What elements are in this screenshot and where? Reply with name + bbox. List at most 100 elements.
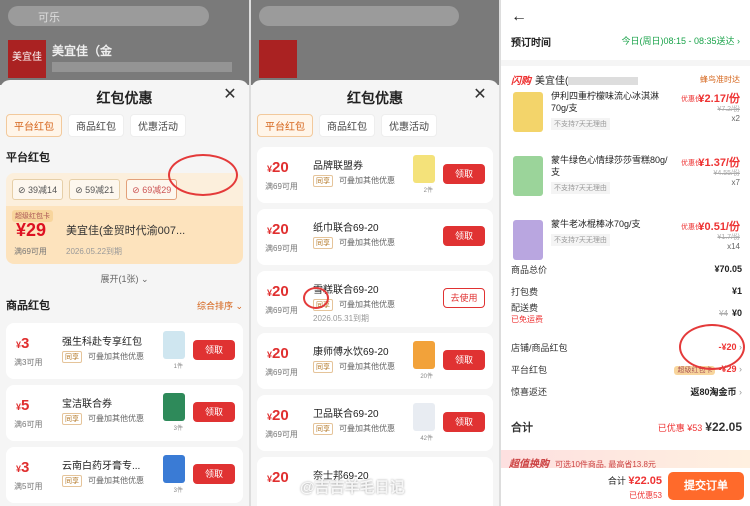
order-confirm-panel: ← 预订时间 今日(周日)08:15 - 08:35送达 › 闪购 美宜佳( 蜂鸟…: [501, 0, 750, 506]
coupon-condition: 满69可用: [14, 247, 47, 256]
coupon-amount: ¥20: [267, 407, 289, 424]
product-image: [513, 220, 543, 260]
tab-promo[interactable]: 优惠活动: [130, 114, 186, 137]
goods-coupon: ¥3 满3可用 强生科赴专享红包 同享 可叠加其他优惠 1件 领取: [6, 323, 243, 379]
order-item[interactable]: 伊利四重柠檬味流心冰淇淋70g/支 不支持7天无理由 优惠价 ¥2.17/份 ¥7.2/…: [509, 88, 742, 146]
share-tag: 同享: [62, 475, 82, 487]
free-shipping-note: 已免运费: [511, 315, 543, 324]
coupon-name: 品牌联盟券: [313, 161, 363, 172]
chip-59-21[interactable]: ⊘ 59减21: [69, 179, 121, 200]
platform-coupon: ¥20 满69可用 纸巾联合69-20 同享 可叠加其他优惠 领取: [257, 209, 493, 265]
coupon-condition: 满69可用: [265, 430, 298, 439]
claim-button[interactable]: 领取: [443, 350, 485, 370]
coupon-condition: 满69可用: [265, 368, 298, 377]
submit-order-button[interactable]: 提交订单: [668, 472, 744, 500]
claim-button[interactable]: 领取: [443, 164, 485, 184]
coupon-amount: ¥20: [267, 345, 289, 362]
order-item[interactable]: 蒙牛绿色心情绿莎莎雪糕80g/支 不支持7天无理由 优惠价 ¥1.37/份 ¥4.55/…: [509, 152, 742, 210]
coupon-amount: ¥3: [16, 335, 30, 352]
chevron-down-icon: ⌄: [140, 274, 149, 284]
share-tag: 同享: [313, 175, 333, 187]
total-saved: 已优惠 ¥53: [657, 423, 703, 433]
store-logo: 美宜佳: [8, 40, 46, 78]
platform-coupon: ¥20 满69可用 品牌联盟券 同享 可叠加其他优惠 2件 领取: [257, 147, 493, 203]
coupon-note: 可叠加其他优惠: [88, 352, 144, 361]
bottom-total: 合计 ¥22.05: [608, 474, 662, 487]
share-tag: 同享: [62, 413, 82, 425]
coupon-amount: ¥20: [267, 159, 289, 176]
sort-dropdown[interactable]: 综合排序 ⌄: [197, 299, 243, 312]
coupon-condition: 满69可用: [265, 306, 298, 315]
coupon-name: 卫品联合69-20: [313, 409, 379, 420]
coupon-list: ¥20 满69可用 品牌联盟券 同享 可叠加其他优惠 2件 领取 ¥20 满69可用 纸巾联合69…: [251, 147, 499, 506]
coupon-amount: ¥5: [16, 397, 30, 414]
claim-button[interactable]: 领取: [193, 402, 235, 422]
row-label: 打包费: [511, 285, 538, 298]
store-name: 美宜佳（金: [52, 44, 113, 58]
expand-label: 展开(1张): [100, 274, 139, 284]
row-key: 惊喜返还: [511, 386, 548, 397]
chevron-right-icon: ›: [739, 386, 742, 397]
blurred-info: [52, 62, 232, 72]
share-tag: 同享: [313, 361, 333, 373]
highlight-circle: [679, 324, 745, 370]
quantity: x2: [731, 114, 740, 123]
coupon-note: 可叠加其他优惠: [339, 362, 395, 371]
product-name: 蒙牛绿色心情绿莎莎雪糕80g/支: [551, 155, 668, 177]
tab-goods[interactable]: 商品红包: [68, 114, 124, 137]
tab-goods[interactable]: 商品红包: [319, 114, 375, 137]
amount-value: 3: [21, 335, 30, 352]
amount-value: 20: [272, 159, 289, 176]
tab-promo[interactable]: 优惠活动: [381, 114, 437, 137]
claim-button[interactable]: 领取: [443, 412, 485, 432]
search-bar[interactable]: [259, 6, 459, 26]
claim-button[interactable]: 领取: [443, 226, 485, 246]
price-row: 打包费 ¥1: [511, 282, 742, 300]
amount-value: 20: [272, 221, 289, 238]
coupon-tabs: 平台红包 商品红包 优惠活动: [251, 110, 499, 141]
expand-toggle[interactable]: 展开(1张) ⌄: [0, 264, 249, 293]
amount-value: 20: [272, 345, 289, 362]
row-value-wrap: ¥70.05: [714, 264, 742, 274]
price-row[interactable]: 惊喜返还 返80淘金币 ›: [511, 382, 742, 400]
row-label: 惊喜返还: [511, 385, 547, 398]
total-value-wrap: 已优惠 ¥53 ¥22.05: [658, 420, 742, 434]
coupon-amount: ¥20: [267, 283, 289, 300]
highlight-circle: [168, 154, 238, 196]
coupon-expiry: 2026.05.22到期: [66, 247, 123, 256]
coupon-note: 可叠加其他优惠: [339, 176, 395, 185]
close-icon[interactable]: ✕: [471, 86, 489, 104]
goods-section-title: 商品红包: [6, 300, 50, 312]
booking-time-label: 预订时间: [511, 38, 551, 49]
price-row: 商品总价 ¥70.05: [511, 260, 742, 278]
coupon-sheet: 红包优惠 ✕ 平台红包 商品红包 优惠活动 平台红包 ⊘ 39减14 ⊘ 59减…: [0, 80, 249, 506]
coupon-note: 可叠加其他优惠: [88, 414, 144, 423]
back-arrow-icon[interactable]: ←: [511, 8, 527, 26]
chevron-right-icon: ›: [739, 363, 742, 374]
share-tag: 同享: [313, 423, 333, 435]
delivery-time[interactable]: 今日(周日)08:15 - 08:35送达 ›: [621, 34, 740, 47]
quantity: x14: [727, 242, 740, 251]
claim-button[interactable]: 领取: [193, 340, 235, 360]
row-value-wrap: ¥4 ¥0: [719, 308, 742, 318]
row-value: ¥70.05: [714, 264, 742, 274]
claim-button[interactable]: 领取: [193, 464, 235, 484]
amount-value: 20: [272, 469, 289, 486]
store-logo: [259, 40, 297, 78]
chip-39-14[interactable]: ⊘ 39减14: [12, 179, 64, 200]
item-count: 3件: [173, 426, 183, 432]
chip-label: 69减29: [142, 185, 172, 195]
tab-platform[interactable]: 平台红包: [6, 114, 62, 137]
row-key: 平台红包: [511, 364, 548, 375]
search-bar[interactable]: 可乐: [8, 6, 209, 26]
total-value: ¥22.05: [705, 420, 742, 434]
product-name: 伊利四重柠檬味流心冰淇淋70g/支: [551, 91, 660, 113]
row-label: 店铺/商品红包: [511, 341, 568, 354]
coupon-name: 康师傅水饮69-20: [313, 347, 389, 358]
use-button[interactable]: 去使用: [443, 288, 485, 308]
super-coupon-card[interactable]: 超级红包卡 ¥29 满69可用 美宜佳(金贸时代渝007... 2026.05.…: [6, 206, 243, 264]
tab-platform[interactable]: 平台红包: [257, 114, 313, 137]
coupon-tabs: 平台红包 商品红包 优惠活动: [0, 110, 249, 141]
close-icon[interactable]: ✕: [221, 86, 239, 104]
submit-bar: 合计 ¥22.05 已优惠53 提交订单: [501, 468, 750, 506]
